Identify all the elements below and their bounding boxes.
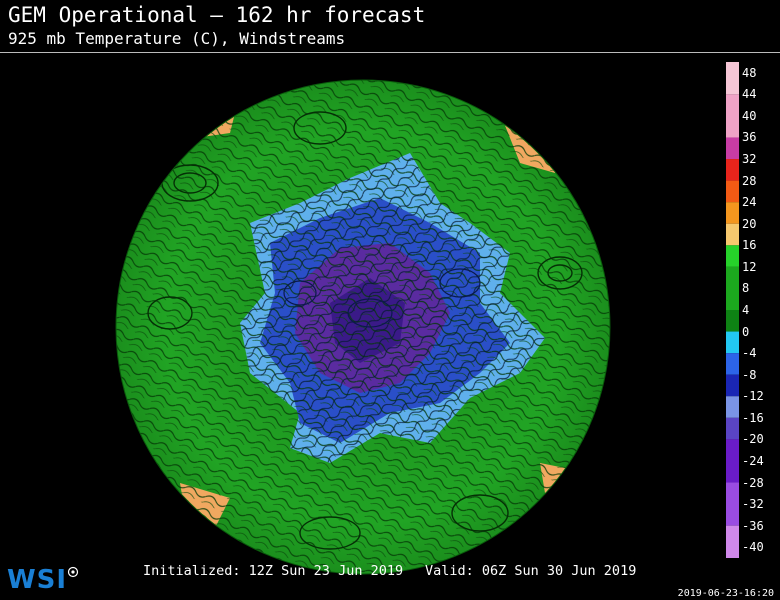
colorbar-tick-label: 0: [742, 324, 750, 339]
colorbar-tick-label: 4: [742, 303, 750, 317]
colorbar-tick-label: -40: [742, 540, 764, 555]
colorbar-band: [726, 245, 739, 267]
valid-time: Valid: 06Z Sun 30 Jun 2019: [425, 563, 637, 579]
map-title: GEM Operational — 162 hr forecast: [8, 3, 426, 27]
colorbar-band: [726, 62, 739, 95]
map-disk: [116, 80, 610, 574]
colorbar-band: [726, 417, 739, 440]
colorbar-tick-label: 32: [742, 152, 757, 167]
colorbar-band: [726, 482, 739, 526]
colorbar-tick-label: -12: [742, 389, 764, 404]
colorbar-band: [726, 396, 739, 418]
colorbar-band: [726, 94, 739, 138]
colorbar-tick-label: -36: [742, 518, 764, 533]
render-timestamp: 2019-06-23-16:20: [677, 588, 774, 599]
colorbar-band: [726, 525, 739, 558]
colorbar-tick-label: 16: [742, 238, 757, 253]
colorbar-band: [726, 266, 739, 310]
temperature-colorbar: [726, 62, 739, 558]
colorbar-tick-label: 20: [742, 216, 757, 231]
colorbar-band: [726, 223, 739, 246]
colorbar-tick-label: 40: [742, 108, 757, 123]
colorbar-tick-label: 8: [742, 281, 750, 296]
initialized-time: Initialized: 12Z Sun 23 Jun 2019: [143, 563, 404, 579]
colorbar-tick-label: -4: [742, 346, 757, 361]
colorbar-band: [726, 439, 739, 483]
colorbar-band: [726, 137, 739, 160]
colorbar-band: [726, 374, 739, 397]
colorbar-tick-label: -32: [742, 497, 764, 512]
colorbar-band: [726, 180, 739, 203]
colorbar-tick-label: -16: [742, 410, 764, 425]
colorbar-band: [726, 202, 739, 224]
map-subtitle: 925 mb Temperature (C), Windstreams: [8, 29, 346, 48]
colorbar-band: [726, 353, 739, 375]
wsi-logo-mark-icon: [67, 566, 79, 578]
colorbar-band: [726, 310, 739, 332]
colorbar-tick-label: -8: [742, 367, 757, 382]
polar-temperature-map: [115, 79, 611, 575]
colorbar-tick-label: 28: [742, 173, 757, 188]
wsi-logo: WSI: [7, 565, 68, 595]
colorbar-tick-label: 24: [742, 195, 757, 210]
colorbar-tick-label: 48: [742, 65, 757, 80]
colorbar-tick-label: -24: [742, 453, 764, 468]
colorbar-band: [726, 159, 739, 181]
colorbar-band: [726, 331, 739, 354]
colorbar-tick-label: -28: [742, 475, 764, 490]
colorbar-tick-label: 44: [742, 87, 757, 102]
colorbar-tick-label: 12: [742, 259, 757, 274]
colorbar-tick-label: 36: [742, 130, 757, 145]
colorbar-tick-label: -20: [742, 432, 764, 447]
